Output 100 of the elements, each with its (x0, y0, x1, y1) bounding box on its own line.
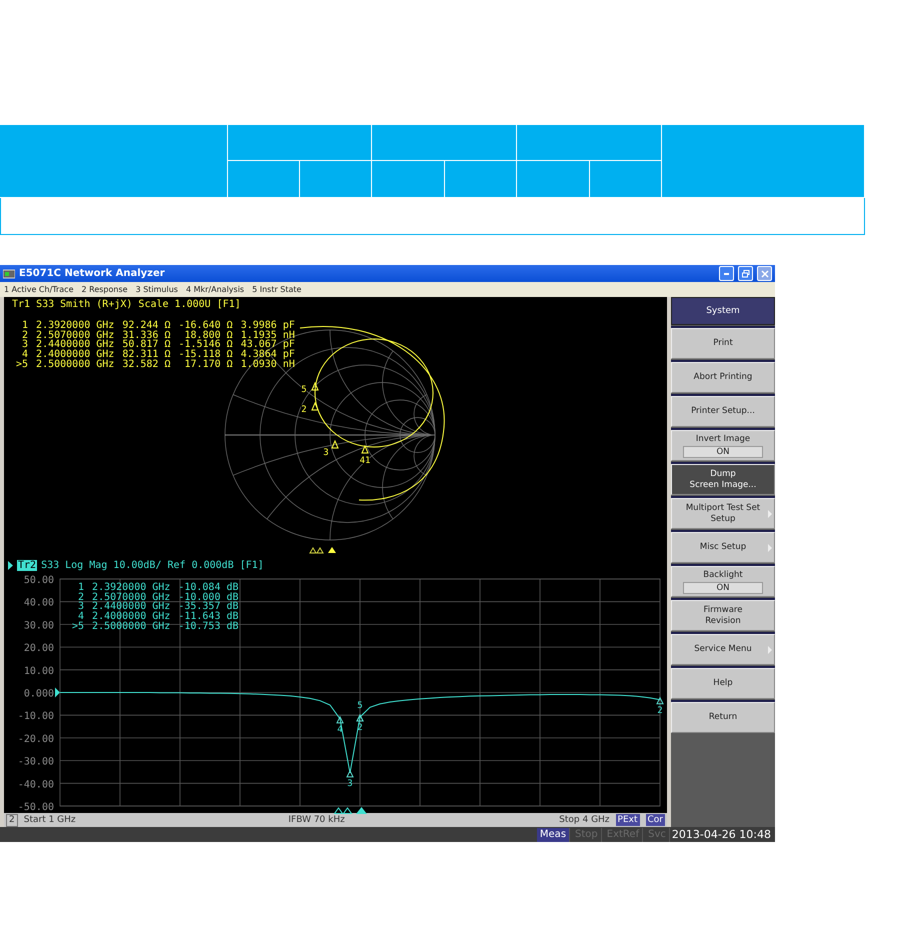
table-header-cell (228, 161, 300, 198)
status-flag: Cor (646, 814, 665, 826)
softkey-button[interactable]: Printer Setup... (671, 396, 775, 427)
marker-value: -10.000 dB (178, 592, 239, 602)
status-flag: PExt (616, 814, 640, 826)
marker-number: 2 (21, 330, 28, 340)
marker-number: 1 (21, 321, 28, 331)
point (346, 770, 354, 778)
y-axis-label: 50.00 (24, 575, 54, 586)
marker-equivalent: 3.9986 pF (240, 321, 295, 331)
minimize-button[interactable] (719, 266, 734, 281)
softkey-button[interactable]: Dump Screen Image... (671, 464, 775, 495)
table-header-cell (300, 161, 372, 198)
marker-frequency: 2.3920000 GHz (92, 583, 170, 593)
start-frequency: Start 1 GHz (24, 815, 77, 825)
y-axis-label: -50.00 (18, 802, 54, 813)
submenu-arrow-icon (768, 646, 772, 654)
softkey-button[interactable]: Return (671, 702, 775, 733)
y-axis-label: -20.00 (18, 734, 54, 745)
softkey-button[interactable]: Abort Printing (671, 362, 775, 393)
marker-frequency: 2.5000000 GHz (36, 360, 114, 370)
marker-label: 5 (357, 701, 363, 712)
marker-value: -10.084 dB (178, 583, 239, 593)
stimulus-marker-icon (309, 547, 336, 554)
minimize-icon (724, 272, 729, 274)
table-header-cell (590, 161, 662, 198)
restore-button[interactable] (738, 266, 753, 281)
window-title: E5071C Network Analyzer (19, 268, 166, 279)
marker-number: >5 (16, 360, 28, 370)
marker-resistance: 92.244 Ω (122, 321, 170, 331)
marker-reactance: -1.5146 Ω (178, 340, 233, 350)
softkey-button[interactable]: Service Menu (671, 634, 775, 665)
softkey-button[interactable]: Help (671, 668, 775, 699)
marker-resistance: 50.817 Ω (122, 340, 170, 350)
softkey-button[interactable]: Print (671, 328, 775, 359)
marker-label: 3 (323, 448, 329, 458)
submenu-arrow-icon (768, 544, 772, 552)
marker-triangle-icon (361, 444, 369, 454)
softkey-button[interactable]: Multiport Test Set Setup (671, 498, 775, 529)
softkey-button[interactable]: Backlight ON (671, 566, 775, 597)
close-icon (760, 270, 768, 278)
marker-equivalent: 43.067 pF (240, 340, 295, 350)
marker-equivalent: 1.1935 nH (240, 330, 295, 340)
y-axis-label: 40.00 (24, 598, 54, 609)
menu-item[interactable]: 5 Instr State (252, 285, 302, 294)
menu-item[interactable]: 2 Response (82, 285, 128, 294)
marker-frequency: 2.3920000 GHz (36, 321, 114, 331)
marker-frequency: 2.5000000 GHz (92, 622, 170, 632)
point (656, 697, 664, 704)
trace-tag[interactable]: Tr2 (17, 560, 38, 570)
channel-number: 2 (6, 814, 18, 826)
marker-frequency: 2.4400000 GHz (92, 602, 170, 612)
toggle-value: ON (683, 582, 763, 594)
y-axis-label: -10.00 (18, 711, 54, 722)
marker-number: >5 (72, 622, 84, 632)
marker-frequency: 2.5070000 GHz (92, 592, 170, 602)
softkey-button[interactable]: Invert Image ON (671, 430, 775, 461)
marker-number: 4 (22, 350, 28, 360)
marker-label: 2 (657, 706, 663, 716)
marker-frequency: 2.4400000 GHz (36, 340, 114, 350)
point (336, 716, 344, 724)
trace-header: S33 Log Mag 10.00dB/ Ref 0.000dB [F1] (41, 560, 264, 570)
marker-frequency: 2.4000000 GHz (92, 612, 170, 622)
status-indicator: Meas (536, 828, 570, 842)
marker-triangle-icon (311, 382, 319, 390)
close-button[interactable] (757, 266, 772, 281)
trace-header: Tr1 S33 Smith (R+jX) Scale 1.000U [F1] (11, 298, 242, 312)
menu-item[interactable]: 1 Active Ch/Trace (4, 285, 74, 294)
marker-value: -10.753 dB (178, 622, 239, 632)
marker-value: -11.643 dB (178, 612, 239, 622)
y-axis-label: -40.00 (18, 779, 54, 790)
submenu-arrow-icon (768, 510, 772, 518)
stimulus-marker-icon (334, 807, 368, 814)
menu-item[interactable]: 3 Stimulus (136, 285, 178, 294)
y-axis-label: 10.00 (24, 666, 54, 677)
marker-frequency: 2.5070000 GHz (36, 330, 114, 340)
date-time: 2013-04-26 10:48 (672, 828, 771, 841)
marker-label: 5 (301, 385, 307, 395)
marker-triangle-icon (311, 402, 319, 410)
marker-number: 1 (77, 583, 84, 593)
marker-number: 3 (77, 602, 84, 612)
y-axis-label: 0.000 (24, 688, 54, 700)
marker-number: 4 (78, 612, 84, 622)
softkey-button[interactable]: Misc Setup (671, 532, 775, 563)
softkey-button[interactable]: Firmware Revision (671, 600, 775, 631)
marker-resistance: 82.311 Ω (122, 350, 170, 360)
marker-label: 41 (360, 456, 370, 466)
marker-equivalent: 4.3864 pF (240, 350, 295, 360)
restore-icon (742, 270, 750, 278)
marker-label: 3 (347, 778, 353, 789)
marker-reactance: 18.800 Ω (184, 330, 233, 340)
toggle-value: ON (683, 446, 763, 458)
menu-item[interactable]: 4 Mkr/Analysis (186, 285, 244, 294)
stop-frequency: Stop 4 GHz (558, 815, 610, 825)
marker-reactance: -16.640 Ω (178, 321, 233, 331)
marker-label: 2 (301, 405, 307, 415)
marker-reactance: -15.118 Ω (178, 350, 233, 360)
y-axis-label: 30.00 (24, 620, 54, 632)
marker-reactance: 17.170 Ω (184, 360, 233, 370)
if-bandwidth: IFBW 70 kHz (287, 815, 346, 825)
